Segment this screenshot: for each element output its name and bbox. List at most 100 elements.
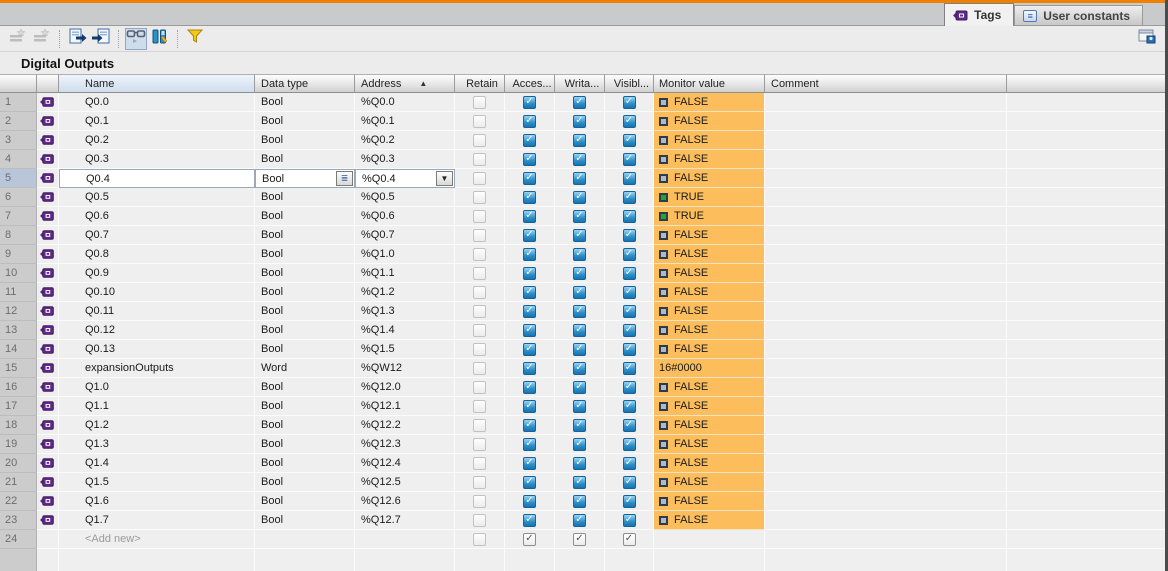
monitor-value-cell[interactable]: FALSE	[654, 245, 765, 264]
tag-name-cell[interactable]: Q0.0	[59, 93, 255, 112]
visible-checkbox[interactable]: ✓	[622, 418, 636, 432]
writable-checkbox[interactable]: ✓	[573, 247, 586, 261]
visible-checkbox[interactable]: ✓	[622, 475, 636, 489]
row-number[interactable]: 13	[0, 321, 37, 340]
monitor-value-cell[interactable]: FALSE	[654, 473, 765, 492]
address-cell[interactable]: %Q1.5	[355, 340, 455, 359]
address-cell[interactable]: %Q12.0	[355, 378, 455, 397]
comment-cell[interactable]	[765, 492, 1007, 511]
accessible-checkbox[interactable]: ✓	[523, 494, 536, 508]
tag-name-cell[interactable]: Q0.10	[59, 283, 255, 302]
accessible-checkbox[interactable]: ✓	[523, 475, 536, 489]
filter-button[interactable]	[184, 28, 206, 50]
row-number[interactable]: 2	[0, 112, 37, 131]
writable-checkbox[interactable]: ✓	[573, 304, 586, 318]
tag-name-cell[interactable]: Q1.5	[59, 473, 255, 492]
accessible-checkbox[interactable]: ✓	[523, 361, 536, 375]
row-number[interactable]: 12	[0, 302, 37, 321]
address-cell[interactable]: %Q0.5	[355, 188, 455, 207]
visible-checkbox[interactable]: ✓	[622, 437, 636, 451]
accessible-checkbox[interactable]: ✓	[523, 456, 536, 470]
header-retain[interactable]: Retain	[455, 74, 505, 93]
accessible-checkbox[interactable]: ✓	[523, 285, 536, 299]
monitor-value-cell[interactable]: FALSE	[654, 150, 765, 169]
accessible-checkbox[interactable]: ✓	[523, 513, 536, 527]
data-type-cell[interactable]: Bool ≣	[255, 169, 355, 188]
tag-name-cell[interactable]: Q1.7	[59, 511, 255, 530]
tag-name-cell[interactable]: Q0.6	[59, 207, 255, 226]
address-cell[interactable]: %Q0.1	[355, 112, 455, 131]
data-type-cell[interactable]: Bool	[255, 454, 355, 473]
retain-checkbox[interactable]	[473, 437, 486, 451]
comment-cell[interactable]	[765, 131, 1007, 150]
retain-checkbox[interactable]	[473, 361, 486, 375]
visible-checkbox[interactable]: ✓	[622, 209, 636, 223]
writable-checkbox[interactable]: ✓	[573, 171, 586, 185]
address-cell[interactable]: %Q12.3	[355, 435, 455, 454]
writable-checkbox[interactable]: ✓	[573, 133, 586, 147]
comment-cell[interactable]	[765, 321, 1007, 340]
row-number[interactable]: 9	[0, 245, 37, 264]
monitor-value-cell[interactable]: FALSE	[654, 112, 765, 131]
data-type-cell[interactable]: Bool	[255, 207, 355, 226]
tag-name-cell[interactable]: Q0.13	[59, 340, 255, 359]
writable-checkbox[interactable]: ✓	[573, 209, 586, 223]
comment-cell[interactable]	[765, 435, 1007, 454]
add-new-cell[interactable]: <Add new>	[59, 530, 255, 549]
monitor-value-cell[interactable]: FALSE	[654, 492, 765, 511]
comment-cell[interactable]	[765, 378, 1007, 397]
address-cell[interactable]: %Q1.1	[355, 264, 455, 283]
writable-checkbox[interactable]: ✓	[573, 266, 586, 280]
address-cell[interactable]: %Q0.4 ▼	[355, 169, 455, 188]
row-number[interactable]: 18	[0, 416, 37, 435]
accessible-checkbox[interactable]: ✓	[523, 437, 536, 451]
tag-name-cell[interactable]: Q0.8	[59, 245, 255, 264]
header-address[interactable]: Address ▲	[355, 74, 455, 93]
retain-checkbox[interactable]	[473, 380, 486, 394]
header-visible[interactable]: Visibl...	[605, 74, 654, 93]
tag-name-cell[interactable]: Q0.3	[59, 150, 255, 169]
comment-cell[interactable]	[765, 207, 1007, 226]
tag-name-cell[interactable]: Q1.6	[59, 492, 255, 511]
accessible-checkbox[interactable]: ✓	[523, 418, 536, 432]
monitor-value-cell[interactable]: FALSE	[654, 283, 765, 302]
visible-checkbox[interactable]: ✓	[622, 380, 636, 394]
data-type-cell[interactable]: Bool	[255, 340, 355, 359]
retain-checkbox[interactable]	[473, 323, 486, 337]
tag-name-cell[interactable]: Q0.12	[59, 321, 255, 340]
retain-checkbox[interactable]	[473, 456, 486, 470]
data-type-cell[interactable]: Bool	[255, 150, 355, 169]
row-number[interactable]: 5	[0, 169, 37, 188]
visible-checkbox[interactable]: ✓	[622, 304, 636, 318]
retain-checkbox[interactable]	[473, 209, 486, 223]
accessible-checkbox[interactable]: ✓	[523, 190, 536, 204]
monitor-value-cell[interactable]: FALSE	[654, 302, 765, 321]
comment-cell[interactable]	[765, 511, 1007, 530]
accessible-checkbox[interactable]: ✓	[523, 532, 536, 546]
retain-checkbox[interactable]	[473, 114, 486, 128]
row-number[interactable]: 17	[0, 397, 37, 416]
monitor-value-cell[interactable]: FALSE	[654, 416, 765, 435]
header-comment[interactable]: Comment	[765, 74, 1007, 93]
accessible-checkbox[interactable]: ✓	[523, 342, 536, 356]
row-number[interactable]: 14	[0, 340, 37, 359]
visible-checkbox[interactable]: ✓	[622, 114, 636, 128]
retain-checkbox[interactable]	[473, 494, 486, 508]
data-type-cell[interactable]: Word	[255, 359, 355, 378]
address-cell[interactable]: %Q0.7	[355, 226, 455, 245]
monitor-value-cell[interactable]: FALSE	[654, 264, 765, 283]
address-cell[interactable]: %Q0.2	[355, 131, 455, 150]
retain-checkbox[interactable]	[473, 304, 486, 318]
retain-checkbox[interactable]	[473, 95, 486, 109]
monitor-value-cell[interactable]: FALSE	[654, 169, 765, 188]
tag-name-cell[interactable]: Q0.7	[59, 226, 255, 245]
row-number[interactable]: 19	[0, 435, 37, 454]
comment-cell[interactable]	[765, 169, 1007, 188]
monitor-all-button[interactable]	[125, 27, 147, 50]
insert-row-button[interactable]	[7, 28, 29, 50]
address-cell[interactable]: %QW12	[355, 359, 455, 378]
visible-checkbox[interactable]: ✓	[622, 342, 636, 356]
visible-checkbox[interactable]: ✓	[622, 399, 636, 413]
monitor-value-cell[interactable]: FALSE	[654, 93, 765, 112]
writable-checkbox[interactable]: ✓	[573, 190, 586, 204]
